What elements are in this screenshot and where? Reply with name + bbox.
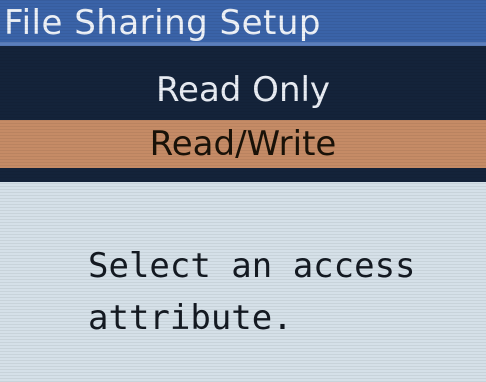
access-options-menu: Read Only Read/Write <box>0 46 486 182</box>
screen-title: File Sharing Setup <box>0 0 486 46</box>
instruction-area: Select an access attribute. <box>0 182 486 382</box>
instruction-line-1: Select an access <box>88 246 416 286</box>
lcd-screen: File Sharing Setup Read Only Read/Write … <box>0 0 486 382</box>
menu-item-read-only[interactable]: Read Only <box>0 66 486 114</box>
instruction-line-2: attribute. <box>88 298 293 338</box>
instruction-text: Select an access attribute. <box>88 240 468 344</box>
menu-item-read-write[interactable]: Read/Write <box>0 120 486 168</box>
